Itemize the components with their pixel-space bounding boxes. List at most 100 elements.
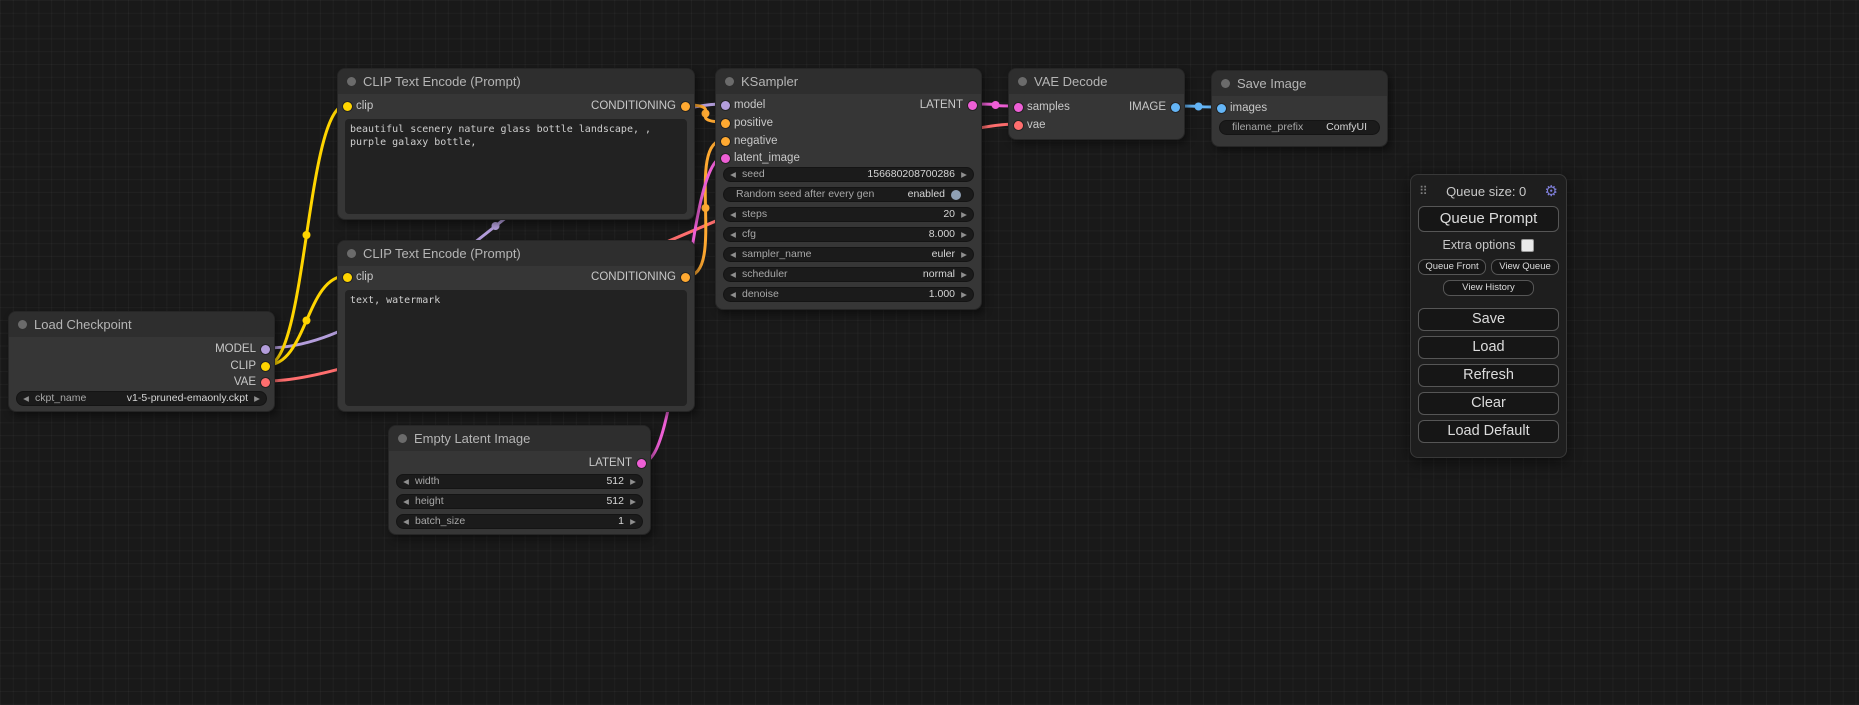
graph-canvas[interactable]: Load Checkpoint MODEL CLIP VAE ◀ ckpt_na…	[0, 0, 1859, 705]
widget-label: sampler_name	[742, 248, 811, 261]
drag-handle-icon[interactable]: ⠿	[1419, 184, 1428, 198]
sampler-name-widget[interactable]: ◀ sampler_name euler ▶	[723, 247, 974, 262]
link-midpoint-dot[interactable]	[303, 317, 311, 325]
decrement-arrow-icon[interactable]: ◀	[397, 515, 415, 528]
link-midpoint-dot[interactable]	[303, 231, 311, 239]
node-title-bar[interactable]: CLIP Text Encode (Prompt)	[338, 69, 694, 94]
scheduler-widget[interactable]: ◀ scheduler normal ▶	[723, 267, 974, 282]
image-output-port[interactable]	[1171, 103, 1180, 112]
increment-arrow-icon[interactable]: ▶	[955, 168, 973, 181]
collapse-dot[interactable]	[347, 249, 356, 258]
load-default-button[interactable]: Load Default	[1418, 420, 1559, 443]
latent-output-port[interactable]	[637, 459, 646, 468]
positive-prompt-text[interactable]: beautiful scenery nature glass bottle la…	[345, 119, 687, 214]
node-title-bar[interactable]: Load Checkpoint	[9, 312, 274, 337]
conditioning-output-port[interactable]	[681, 273, 690, 282]
increment-arrow-icon[interactable]: ▶	[955, 228, 973, 241]
collapse-dot[interactable]	[1221, 79, 1230, 88]
view-history-button[interactable]: View History	[1443, 280, 1533, 296]
input-slot-latent-image: latent_image	[716, 151, 981, 166]
save-button[interactable]: Save	[1418, 308, 1559, 331]
increment-arrow-icon[interactable]: ▶	[248, 392, 266, 405]
decrement-arrow-icon[interactable]: ◀	[724, 208, 742, 221]
conditioning-output-port[interactable]	[681, 102, 690, 111]
output-slot-vae: VAE	[9, 375, 274, 390]
link-wire-clip[interactable]	[267, 276, 346, 365]
increment-arrow-icon[interactable]: ▶	[955, 248, 973, 261]
load-button[interactable]: Load	[1418, 336, 1559, 359]
height-widget[interactable]: ◀ height 512 ▶	[396, 494, 643, 509]
steps-widget[interactable]: ◀ steps 20 ▶	[723, 207, 974, 222]
node-load-checkpoint[interactable]: Load Checkpoint MODEL CLIP VAE ◀ ckpt_na…	[8, 311, 275, 412]
queue-front-button[interactable]: Queue Front	[1418, 259, 1486, 275]
widget-label: Random seed after every gen	[736, 188, 874, 201]
node-title: VAE Decode	[1034, 74, 1107, 89]
latent-output-port[interactable]	[968, 101, 977, 110]
link-wire-clip[interactable]	[267, 105, 346, 365]
decrement-arrow-icon[interactable]: ◀	[397, 475, 415, 488]
batch-size-widget[interactable]: ◀ batch_size 1 ▶	[396, 514, 643, 529]
node-save-image[interactable]: Save Image images filename_prefix ComfyU…	[1211, 70, 1388, 147]
node-title-bar[interactable]: KSampler	[716, 69, 981, 94]
model-output-port[interactable]	[261, 345, 270, 354]
node-title-bar[interactable]: VAE Decode	[1009, 69, 1184, 94]
refresh-button[interactable]: Refresh	[1418, 364, 1559, 387]
node-ksampler[interactable]: KSampler model LATENT positive negative …	[715, 68, 982, 310]
collapse-dot[interactable]	[347, 77, 356, 86]
vae-output-port[interactable]	[261, 378, 270, 387]
decrement-arrow-icon[interactable]: ◀	[724, 168, 742, 181]
view-queue-button[interactable]: View Queue	[1491, 259, 1559, 275]
random-seed-toggle-widget[interactable]: Random seed after every gen enabled	[723, 187, 974, 202]
decrement-arrow-icon[interactable]: ◀	[724, 268, 742, 281]
node-empty-latent-image[interactable]: Empty Latent Image LATENT ◀ width 512 ▶ …	[388, 425, 651, 535]
decrement-arrow-icon[interactable]: ◀	[724, 288, 742, 301]
link-midpoint-dot[interactable]	[492, 222, 500, 230]
denoise-widget[interactable]: ◀ denoise 1.000 ▶	[723, 287, 974, 302]
latent-image-input-port[interactable]	[721, 154, 730, 163]
clip-output-port[interactable]	[261, 362, 270, 371]
increment-arrow-icon[interactable]: ▶	[955, 268, 973, 281]
node-clip-text-encode-negative[interactable]: CLIP Text Encode (Prompt) clip CONDITION…	[337, 240, 695, 412]
link-midpoint-dot[interactable]	[1195, 103, 1203, 111]
increment-arrow-icon[interactable]: ▶	[624, 515, 642, 528]
link-midpoint-dot[interactable]	[702, 204, 710, 212]
increment-arrow-icon[interactable]: ▶	[955, 288, 973, 301]
collapse-dot[interactable]	[18, 320, 27, 329]
widget-label: filename_prefix	[1232, 121, 1303, 134]
link-midpoint-dot[interactable]	[702, 110, 710, 118]
slot-label: CONDITIONING	[591, 100, 676, 112]
filename-prefix-widget[interactable]: filename_prefix ComfyUI	[1219, 120, 1380, 135]
vae-input-port[interactable]	[1014, 121, 1023, 130]
increment-arrow-icon[interactable]: ▶	[624, 475, 642, 488]
seed-widget[interactable]: ◀ seed 156680208700286 ▶	[723, 167, 974, 182]
clear-button[interactable]: Clear	[1418, 392, 1559, 415]
collapse-dot[interactable]	[1018, 77, 1027, 86]
increment-arrow-icon[interactable]: ▶	[955, 208, 973, 221]
ckpt-name-widget[interactable]: ◀ ckpt_name v1-5-pruned-emaonly.ckpt ▶	[16, 391, 267, 406]
toggle-knob[interactable]	[951, 190, 961, 200]
increment-arrow-icon[interactable]: ▶	[624, 495, 642, 508]
node-title-bar[interactable]: CLIP Text Encode (Prompt)	[338, 241, 694, 266]
collapse-dot[interactable]	[398, 434, 407, 443]
images-input-port[interactable]	[1217, 104, 1226, 113]
negative-input-port[interactable]	[721, 137, 730, 146]
positive-input-port[interactable]	[721, 119, 730, 128]
cfg-widget[interactable]: ◀ cfg 8.000 ▶	[723, 227, 974, 242]
decrement-arrow-icon[interactable]: ◀	[724, 228, 742, 241]
node-clip-text-encode-positive[interactable]: CLIP Text Encode (Prompt) clip CONDITION…	[337, 68, 695, 220]
node-vae-decode[interactable]: VAE Decode samples IMAGE vae	[1008, 68, 1185, 140]
node-title-bar[interactable]: Save Image	[1212, 71, 1387, 96]
settings-gear-icon[interactable]: ⚙	[1545, 182, 1558, 200]
node-title: Save Image	[1237, 76, 1306, 91]
decrement-arrow-icon[interactable]: ◀	[397, 495, 415, 508]
queue-prompt-button[interactable]: Queue Prompt	[1418, 206, 1559, 232]
negative-prompt-text[interactable]: text, watermark	[345, 290, 687, 406]
link-midpoint-dot[interactable]	[992, 101, 1000, 109]
node-title-bar[interactable]: Empty Latent Image	[389, 426, 650, 451]
widget-label: seed	[742, 168, 765, 181]
decrement-arrow-icon[interactable]: ◀	[17, 392, 35, 405]
decrement-arrow-icon[interactable]: ◀	[724, 248, 742, 261]
collapse-dot[interactable]	[725, 77, 734, 86]
extra-options-checkbox[interactable]	[1521, 239, 1534, 252]
width-widget[interactable]: ◀ width 512 ▶	[396, 474, 643, 489]
